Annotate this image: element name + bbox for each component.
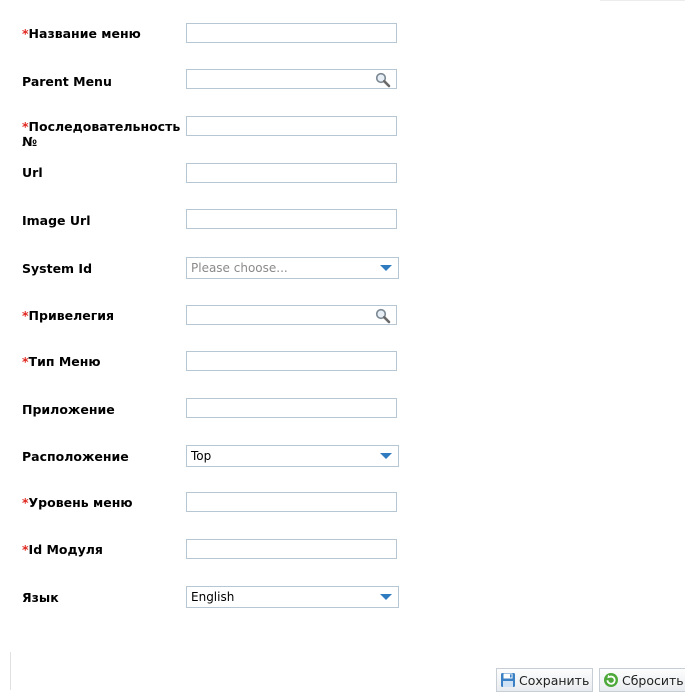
menu-type-label: *Тип Меню — [22, 354, 101, 369]
position-select[interactable]: Top — [186, 445, 399, 467]
row-parent-menu: Parent Menu — [0, 68, 685, 94]
menu-type-input[interactable] — [186, 351, 397, 371]
row-privilege: *Привелегия — [0, 304, 685, 330]
privilege-label: *Привелегия — [22, 308, 115, 323]
row-system-id: System Id Please choose... — [0, 256, 685, 282]
parent-menu-input[interactable] — [186, 69, 397, 89]
refresh-icon — [604, 673, 618, 687]
privilege-input[interactable] — [186, 305, 397, 325]
chevron-down-icon[interactable] — [380, 594, 392, 600]
language-label: Язык — [22, 590, 59, 605]
row-url: Url — [0, 162, 685, 188]
system-id-label: System Id — [22, 261, 93, 276]
system-id-select[interactable]: Please choose... — [186, 257, 399, 279]
language-value: English — [191, 590, 235, 604]
row-sequence: *Последовательность № — [0, 115, 685, 151]
image-url-input[interactable] — [186, 209, 397, 229]
chevron-down-icon[interactable] — [380, 265, 392, 271]
position-value: Top — [191, 449, 212, 463]
vertical-divider — [10, 652, 11, 690]
row-position: Расположение Top — [0, 444, 685, 470]
row-module-id: *Id Модуля — [0, 538, 685, 564]
sequence-input[interactable] — [186, 116, 397, 136]
menu-name-input[interactable] — [186, 23, 397, 43]
save-button[interactable]: Сохранить — [496, 668, 594, 692]
application-label: Приложение — [22, 402, 115, 417]
floppy-disk-icon — [501, 673, 515, 687]
chevron-down-icon[interactable] — [380, 453, 392, 459]
url-input[interactable] — [186, 163, 397, 183]
menu-level-label: *Уровень меню — [22, 495, 133, 510]
row-image-url: Image Url — [0, 208, 685, 234]
row-menu-name: *Название меню — [0, 22, 685, 48]
parent-menu-label: Parent Menu — [22, 74, 112, 89]
row-language: Язык English — [0, 585, 685, 611]
magnifier-icon[interactable] — [375, 72, 391, 88]
row-application: Приложение — [0, 397, 685, 423]
sequence-label: *Последовательность № — [22, 119, 181, 149]
reset-button[interactable]: Сбросить — [599, 668, 685, 692]
url-label: Url — [22, 165, 43, 180]
magnifier-icon[interactable] — [375, 308, 391, 324]
language-select[interactable]: English — [186, 586, 399, 608]
top-divider — [600, 0, 685, 1]
system-id-value: Please choose... — [191, 261, 288, 275]
position-label: Расположение — [22, 449, 129, 464]
image-url-label: Image Url — [22, 213, 91, 228]
reset-button-label: Сбросить — [622, 672, 684, 688]
menu-name-label: *Название меню — [22, 26, 141, 41]
row-menu-level: *Уровень меню — [0, 491, 685, 517]
row-menu-type: *Тип Меню — [0, 350, 685, 376]
application-input[interactable] — [186, 398, 397, 418]
menu-level-input[interactable] — [186, 492, 397, 512]
save-button-label: Сохранить — [519, 672, 590, 688]
module-id-label: *Id Модуля — [22, 542, 103, 557]
module-id-input[interactable] — [186, 539, 397, 559]
